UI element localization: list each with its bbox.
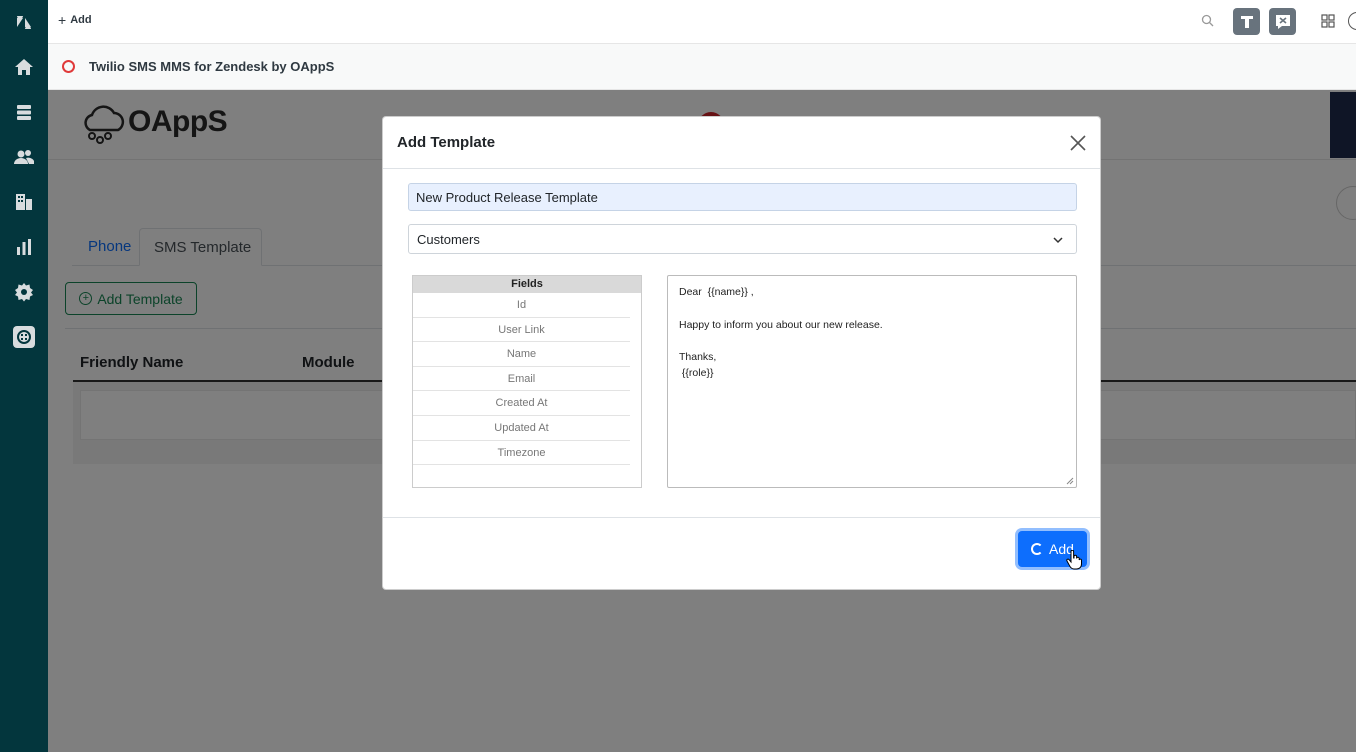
- text-app-icon[interactable]: [1233, 8, 1260, 35]
- message-line: [679, 300, 1065, 316]
- add-new-label: Add: [70, 14, 92, 26]
- field-item-email[interactable]: Email: [413, 367, 630, 392]
- resize-handle-icon[interactable]: [1066, 477, 1074, 485]
- module-select-value: Customers: [417, 231, 480, 247]
- close-icon[interactable]: [1068, 133, 1088, 153]
- search-icon[interactable]: [1200, 13, 1216, 29]
- views-icon[interactable]: [8, 96, 40, 128]
- plus-icon: +: [58, 12, 67, 28]
- hand-cursor-icon: [1066, 550, 1082, 570]
- organizations-icon[interactable]: [8, 186, 40, 218]
- field-item-updated-at[interactable]: Updated At: [413, 416, 630, 441]
- message-line: {{role}}: [679, 367, 714, 380]
- reporting-icon[interactable]: [8, 231, 40, 263]
- field-item-name[interactable]: Name: [413, 342, 630, 367]
- template-name-input[interactable]: New Product Release Template: [408, 183, 1077, 211]
- top-bar: + Add: [48, 0, 1356, 44]
- loading-spinner-icon: [1031, 543, 1044, 555]
- left-nav: [0, 0, 48, 752]
- app-header: Twilio SMS MMS for Zendesk by OAppS: [48, 44, 1356, 90]
- help-icon[interactable]: [1348, 12, 1356, 30]
- modal-title: Add Template: [397, 134, 496, 151]
- fields-list: Fields Id User Link Name Email Created A…: [412, 275, 642, 488]
- app-title: Twilio SMS MMS for Zendesk by OAppS: [89, 59, 335, 74]
- dismiss-chat-icon[interactable]: [1269, 8, 1296, 35]
- home-icon[interactable]: [8, 51, 40, 83]
- modal-footer: Add: [383, 517, 1100, 589]
- apps-grid-icon[interactable]: [1320, 13, 1336, 29]
- module-select[interactable]: Customers: [408, 224, 1077, 254]
- admin-gear-icon[interactable]: [8, 276, 40, 308]
- add-template-modal: Add Template New Product Release Templat…: [382, 116, 1101, 590]
- message-line: Thanks,: [679, 351, 717, 364]
- field-item-timezone[interactable]: Timezone: [413, 441, 630, 466]
- message-line: Dear {{name}} ,: [679, 286, 754, 298]
- app-badge-icon: [62, 60, 75, 73]
- add-new-button[interactable]: + Add: [58, 12, 92, 28]
- message-textarea[interactable]: Dear {{name}} , Happy to inform you abou…: [667, 275, 1077, 488]
- customers-icon[interactable]: [8, 141, 40, 173]
- oapps-app-icon[interactable]: [8, 321, 40, 353]
- field-item-id[interactable]: Id: [413, 293, 630, 318]
- field-item-user-link[interactable]: User Link: [413, 318, 630, 343]
- message-line: Happy to inform you about our new releas…: [679, 318, 883, 331]
- field-item-created-at[interactable]: Created At: [413, 391, 630, 416]
- zendesk-logo-icon[interactable]: [8, 6, 40, 38]
- fields-header: Fields: [413, 276, 641, 293]
- modal-header: Add Template: [383, 117, 1100, 169]
- message-line: [679, 333, 1065, 349]
- chevron-down-icon: [1053, 237, 1063, 244]
